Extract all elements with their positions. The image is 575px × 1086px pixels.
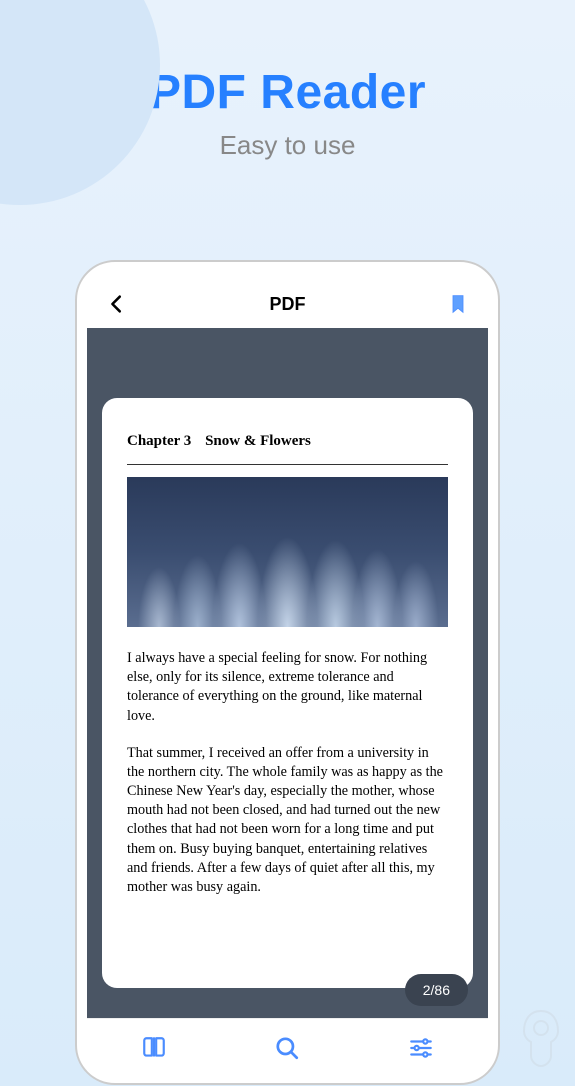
bottom-toolbar [87,1018,488,1076]
bookmark-icon [448,292,468,316]
paragraph: I always have a special feeling for snow… [127,649,448,726]
watermark [514,1006,569,1071]
phone-frame: PDF Chapter 3 Snow & Flowers I always ha… [75,260,500,1085]
settings-sliders-icon [408,1035,434,1061]
search-icon [274,1035,300,1061]
book-icon [141,1035,167,1061]
document-viewer[interactable]: Chapter 3 Snow & Flowers I always have a… [87,328,488,1018]
bookmark-button[interactable] [446,292,470,316]
chapter-title: Snow & Flowers [205,433,311,449]
body-text: I always have a special feeling for snow… [127,649,448,897]
divider [127,464,448,465]
app-title: PDF [270,294,306,315]
chapter-image [127,477,448,627]
settings-button[interactable] [408,1035,434,1061]
background-decoration [0,0,160,205]
contents-button[interactable] [141,1035,167,1061]
chapter-heading: Chapter 3 Snow & Flowers [127,433,448,450]
back-arrow-icon [106,293,128,315]
search-button[interactable] [274,1035,300,1061]
back-button[interactable] [105,292,129,316]
page-indicator: 2/86 [405,974,468,1006]
paragraph: That summer, I received an offer from a … [127,744,448,897]
pdf-page: Chapter 3 Snow & Flowers I always have a… [102,398,473,988]
app-screen: PDF Chapter 3 Snow & Flowers I always ha… [87,280,488,1083]
app-header: PDF [87,280,488,328]
chapter-label: Chapter 3 [127,433,191,449]
